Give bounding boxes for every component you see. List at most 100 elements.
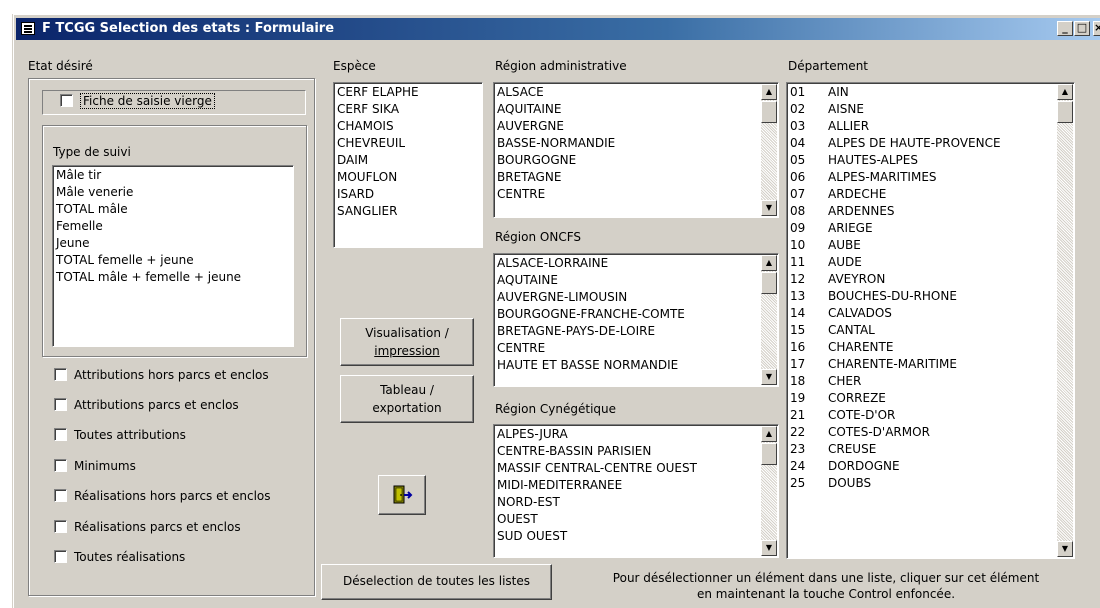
departement-item[interactable]: 02 AISNE <box>790 101 1056 118</box>
option-checkbox[interactable]: Réalisations parcs et enclos <box>54 520 241 534</box>
region-admin-item[interactable]: AQUITAINE <box>497 101 760 118</box>
departement-item[interactable]: 05 HAUTES-ALPES <box>790 152 1056 169</box>
region-oncfs-item[interactable]: BRETAGNE-PAYS-DE-LOIRE <box>497 323 760 340</box>
espece-item[interactable]: CHEVREUIL <box>337 135 482 152</box>
checkbox-box[interactable] <box>54 398 67 411</box>
departement-item[interactable]: 03 ALLIER <box>790 118 1056 135</box>
scroll-down-button[interactable]: ▼ <box>761 200 777 216</box>
region-admin-item[interactable]: AUVERGNE <box>497 118 760 135</box>
departement-item[interactable]: 25 DOUBS <box>790 475 1056 492</box>
region-cyn-item[interactable]: OUEST <box>497 511 760 528</box>
fiche-vierge-checkbox[interactable]: Fiche de saisie vierge <box>60 93 215 109</box>
departement-item[interactable]: 15 CANTAL <box>790 322 1056 339</box>
option-checkbox[interactable]: Attributions hors parcs et enclos <box>54 368 269 382</box>
region-oncfs-list[interactable]: ALSACE-LORRAINE AQUTAINE AUVERGNE-LIMOUSIN… <box>493 253 779 387</box>
maximize-button[interactable]: □ <box>1074 21 1090 36</box>
espece-item[interactable]: ISARD <box>337 186 482 203</box>
region-cyn-item[interactable]: SUD OUEST <box>497 528 760 545</box>
form-icon[interactable] <box>21 22 35 35</box>
option-checkbox[interactable]: Toutes réalisations <box>54 550 185 564</box>
scroll-thumb[interactable] <box>761 443 777 465</box>
deselect-all-button[interactable]: Déselection de toutes les listes <box>321 564 552 600</box>
region-oncfs-scrollbar[interactable]: ▲ ▼ <box>761 255 777 385</box>
option-checkbox[interactable]: Minimums <box>54 459 136 473</box>
visualisation-button[interactable]: Visualisation / impression <box>340 318 474 366</box>
checkbox-box[interactable] <box>54 428 67 441</box>
type-suivi-item[interactable]: Mâle venerie <box>56 184 293 201</box>
region-oncfs-item[interactable]: CENTRE <box>497 340 760 357</box>
departement-item[interactable]: 08 ARDENNES <box>790 203 1056 220</box>
scroll-up-button[interactable]: ▲ <box>761 426 777 442</box>
close-button[interactable]: × <box>1093 21 1100 36</box>
espece-item[interactable]: CERF SIKA <box>337 101 482 118</box>
type-suivi-item[interactable]: Mâle tir <box>56 167 293 184</box>
region-oncfs-item[interactable]: AUVERGNE-LIMOUSIN <box>497 289 760 306</box>
checkbox-box[interactable] <box>54 459 67 472</box>
departement-item[interactable]: 19 CORREZE <box>790 390 1056 407</box>
scroll-up-button[interactable]: ▲ <box>761 84 777 100</box>
region-oncfs-item[interactable]: HAUTE ET BASSE NORMANDIE <box>497 357 760 374</box>
scroll-down-button[interactable]: ▼ <box>761 369 777 385</box>
departement-list[interactable]: 01 AIN 02 AISNE 03 ALLIER 04 ALPES DE HAUTE-PRO… <box>786 82 1075 559</box>
scroll-thumb[interactable] <box>761 272 777 294</box>
scroll-down-button[interactable]: ▼ <box>1057 541 1073 557</box>
type-suivi-item[interactable]: Jeune <box>56 235 293 252</box>
option-checkbox[interactable]: Attributions parcs et enclos <box>54 398 239 412</box>
espece-item[interactable]: DAIM <box>337 152 482 169</box>
checkbox-box[interactable] <box>60 94 73 107</box>
region-admin-item[interactable]: ALSACE <box>497 84 760 101</box>
tableau-button[interactable]: Tableau / exportation <box>340 375 474 423</box>
region-cyn-item[interactable]: MASSIF CENTRAL-CENTRE OUEST <box>497 460 760 477</box>
departement-item[interactable]: 14 CALVADOS <box>790 305 1056 322</box>
departement-item[interactable]: 13 BOUCHES-DU-RHONE <box>790 288 1056 305</box>
departement-item[interactable]: 17 CHARENTE-MARITIME <box>790 356 1056 373</box>
option-checkbox[interactable]: Toutes attributions <box>54 428 186 442</box>
region-oncfs-item[interactable]: ALSACE-LORRAINE <box>497 255 760 272</box>
checkbox-box[interactable] <box>54 368 67 381</box>
departement-item[interactable]: 12 AVEYRON <box>790 271 1056 288</box>
region-admin-item[interactable]: BOURGOGNE <box>497 152 760 169</box>
departement-item[interactable]: 06 ALPES-MARITIMES <box>790 169 1056 186</box>
checkbox-box[interactable] <box>54 550 67 563</box>
scroll-down-button[interactable]: ▼ <box>761 540 777 556</box>
departement-item[interactable]: 07 ARDECHE <box>790 186 1056 203</box>
region-oncfs-item[interactable]: BOURGOGNE-FRANCHE-COMTE <box>497 306 760 323</box>
region-cyn-scrollbar[interactable]: ▲ ▼ <box>761 426 777 556</box>
departement-item[interactable]: 16 CHARENTE <box>790 339 1056 356</box>
scroll-up-button[interactable]: ▲ <box>1057 84 1073 100</box>
region-cyn-list[interactable]: ALPES-JURA CENTRE-BASSIN PARISIEN MASSIF C… <box>493 424 779 558</box>
scroll-thumb[interactable] <box>761 101 777 123</box>
type-suivi-item[interactable]: Femelle <box>56 218 293 235</box>
departement-item[interactable]: 24 DORDOGNE <box>790 458 1056 475</box>
espece-item[interactable]: SANGLIER <box>337 203 482 220</box>
departement-item[interactable]: 04 ALPES DE HAUTE-PROVENCE <box>790 135 1056 152</box>
checkbox-box[interactable] <box>54 489 67 502</box>
espece-item[interactable]: CHAMOIS <box>337 118 482 135</box>
type-suivi-list[interactable]: Mâle tir Mâle venerie TOTAL mâle Femelle Jeu… <box>52 165 294 347</box>
region-admin-item[interactable]: CENTRE <box>497 186 760 203</box>
scroll-up-button[interactable]: ▲ <box>761 255 777 271</box>
type-suivi-item[interactable]: TOTAL mâle <box>56 201 293 218</box>
departement-item[interactable]: 11 AUDE <box>790 254 1056 271</box>
region-admin-scrollbar[interactable]: ▲ ▼ <box>761 84 777 216</box>
region-cyn-item[interactable]: NORD-EST <box>497 494 760 511</box>
region-admin-item[interactable]: BRETAGNE <box>497 169 760 186</box>
departement-item[interactable]: 23 CREUSE <box>790 441 1056 458</box>
checkbox-box[interactable] <box>54 520 67 533</box>
espece-item[interactable]: MOUFLON <box>337 169 482 186</box>
region-cyn-item[interactable]: ALPES-JURA <box>497 426 760 443</box>
espece-item[interactable]: CERF ELAPHE <box>337 84 482 101</box>
title-bar[interactable]: F TCGG Selection des etats : Formulaire … <box>16 18 1100 40</box>
region-admin-item[interactable]: BASSE-NORMANDIE <box>497 135 760 152</box>
region-admin-list[interactable]: ALSACE AQUITAINE AUVERGNE BASSE-NORMANDIE BO… <box>493 82 779 218</box>
exit-button[interactable] <box>378 475 426 515</box>
departement-item[interactable]: 18 CHER <box>790 373 1056 390</box>
espece-list[interactable]: CERF ELAPHE CERF SIKA CHAMOIS CHEVREUIL DAIM… <box>333 82 483 248</box>
minimize-button[interactable]: _ <box>1057 21 1073 36</box>
type-suivi-item[interactable]: TOTAL femelle + jeune <box>56 252 293 269</box>
scroll-thumb[interactable] <box>1057 101 1073 123</box>
region-oncfs-item[interactable]: AQUTAINE <box>497 272 760 289</box>
departement-item[interactable]: 10 AUBE <box>790 237 1056 254</box>
type-suivi-item[interactable]: TOTAL mâle + femelle + jeune <box>56 269 293 286</box>
region-cyn-item[interactable]: MIDI-MEDITERRANEE <box>497 477 760 494</box>
